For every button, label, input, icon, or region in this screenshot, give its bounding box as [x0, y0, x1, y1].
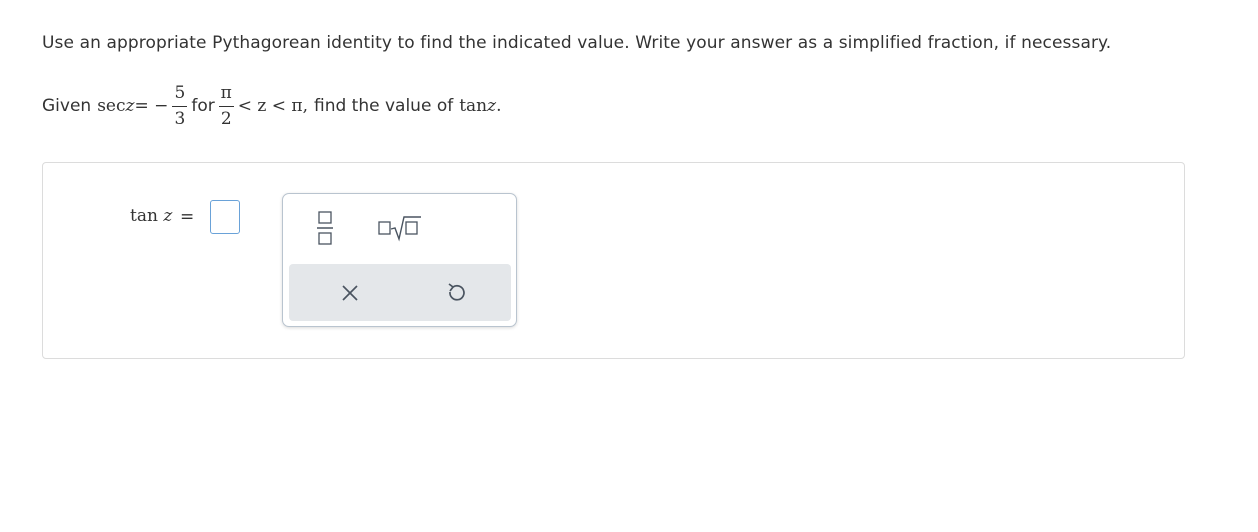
instruction-text: Use an appropriate Pythagorean identity …: [42, 33, 1112, 53]
find-text: find the value of: [314, 96, 454, 116]
clear-button[interactable]: [339, 282, 361, 304]
undo-button[interactable]: [444, 281, 468, 305]
palette-action-row: [289, 264, 511, 321]
answer-input[interactable]: [210, 200, 240, 234]
sec-value-fraction: 5 3: [172, 83, 188, 129]
clear-icon: [342, 285, 358, 301]
inequality-text: < z < π,: [237, 96, 308, 116]
square-root-icon: [378, 216, 421, 242]
answer-equals: =: [180, 207, 195, 227]
variable-z-2: z: [487, 96, 497, 116]
tan-function: tan: [459, 96, 488, 116]
sec-denominator: 3: [174, 109, 186, 129]
answer-label: tan z: [130, 206, 172, 226]
variable-z: z: [125, 96, 135, 116]
for-word: for: [191, 96, 215, 116]
question-text: Given sec z = − 5 3 for π 2 < z < π, fin…: [42, 78, 502, 134]
lower-bound-fraction: π 2: [218, 83, 234, 129]
bound-numerator: π: [220, 83, 232, 103]
answer-tan-function: tan: [130, 206, 158, 226]
math-palette: [282, 193, 517, 327]
equals-negative: = −: [134, 96, 169, 116]
bound-denominator: 2: [220, 109, 232, 129]
undo-icon: [448, 283, 465, 301]
answer-variable: z: [163, 206, 173, 226]
answer-panel: [42, 162, 1185, 359]
sec-function: sec: [97, 96, 126, 116]
sec-numerator: 5: [174, 83, 186, 103]
fraction-icon: [317, 211, 333, 245]
fraction-button[interactable]: [310, 208, 340, 248]
square-root-button[interactable]: [375, 212, 425, 242]
given-word: Given: [42, 96, 92, 116]
period: .: [496, 96, 502, 116]
